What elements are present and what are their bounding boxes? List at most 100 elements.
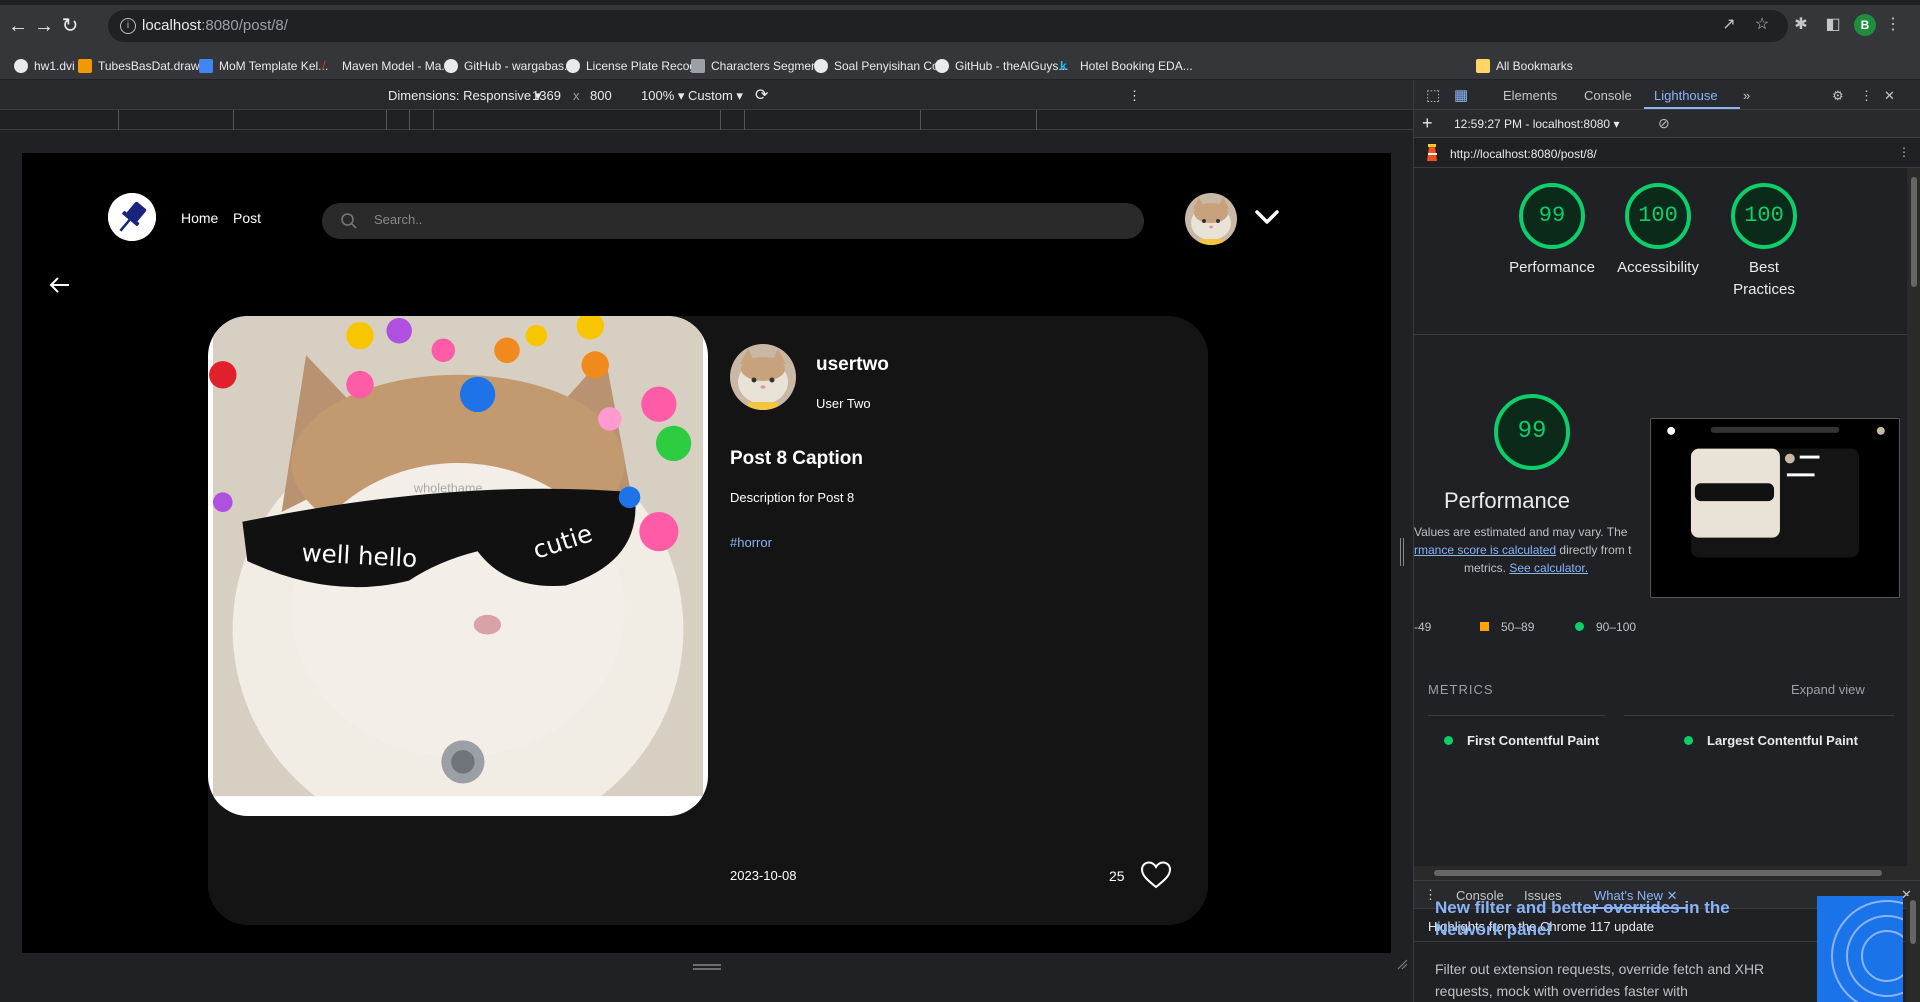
author-username[interactable]: usertwo [816, 354, 889, 376]
tab-elements[interactable]: Elements [1503, 88, 1557, 103]
profile-avatar[interactable]: B [1854, 14, 1876, 36]
chevron-down-icon[interactable] [1253, 205, 1281, 229]
drawer-scroll-thumb[interactable] [1910, 900, 1916, 944]
bookmark-item[interactable]: Characters Segmen... [691, 58, 828, 74]
horizontal-scroll-thumb[interactable] [1434, 870, 1882, 876]
lighthouse-report: 99 Performance 100 Accessibility 100 Bes… [1414, 168, 1907, 866]
legend-high-label: 90–100 [1596, 620, 1637, 634]
pass-dot-icon [1684, 736, 1693, 745]
device-toolbar: Dimensions: Responsive ▾ 1369 x 800 100%… [0, 80, 1413, 110]
note-line-1: Values are estimated and may vary. The [1414, 525, 1628, 539]
bookmark-item[interactable]: Soal Penyisihan Co... [814, 58, 949, 74]
add-report-icon[interactable]: + [1422, 113, 1433, 134]
site-info-icon[interactable]: i [120, 18, 136, 34]
whats-new-article-body: Filter out extension requests, override … [1435, 961, 1765, 999]
score-calculated-link[interactable]: rmance score is calculated [1414, 543, 1556, 557]
ruler-tick [386, 110, 387, 130]
bookmark-label: Soal Penyisihan Co... [834, 59, 949, 73]
tab-lighthouse[interactable]: Lighthouse [1654, 88, 1718, 103]
performance-big-gauge: 99 [1492, 392, 1572, 472]
report-select[interactable]: 12:59:27 PM - localhost:8080 ▾ [1454, 117, 1619, 131]
post-image[interactable]: wholethame well hello cutie [208, 316, 708, 816]
bookmark-item[interactable]: GitHub - theAlGuys... [935, 58, 1068, 74]
bookmark-item[interactable]: hw1.dvi [14, 58, 75, 74]
address-bar[interactable]: i localhost:8080/post/8/ [108, 10, 1788, 42]
search-input[interactable] [374, 212, 1074, 227]
author-avatar[interactable] [730, 344, 796, 410]
whats-new-article-title[interactable]: New filter and better overrides in the N… [1435, 897, 1755, 941]
menu-icon[interactable]: ⋮ [1882, 14, 1904, 36]
post-description: Description for Post 8 [730, 490, 855, 505]
gauge-best-practices[interactable]: 100 [1729, 181, 1799, 251]
vertical-scroll-thumb[interactable] [1911, 177, 1917, 287]
width-input[interactable]: 1369 [532, 88, 561, 103]
ruler-tick [409, 110, 410, 130]
metric-fcp: First Contentful Paint [1444, 733, 1599, 748]
forward-icon[interactable]: → [32, 14, 56, 38]
bookmark-star-icon[interactable]: ☆ [1751, 14, 1773, 36]
arrow-left-icon[interactable] [48, 273, 72, 297]
legend-high: 90–100 [1575, 620, 1636, 634]
back-icon[interactable]: ← [6, 14, 30, 38]
corner-resize-icon[interactable] [1396, 958, 1408, 970]
note-line-2: rmance score is calculated directly from… [1414, 543, 1631, 557]
whats-new-illustration [1817, 896, 1903, 1002]
close-devtools-icon[interactable]: ✕ [1884, 88, 1895, 104]
bookmark-label: Maven Model - Ma... [342, 59, 452, 73]
post-tag[interactable]: #horror [730, 535, 772, 550]
ruler-tick [118, 110, 119, 130]
split-drag-handle[interactable] [1400, 538, 1404, 566]
folder-icon [1476, 59, 1490, 73]
gauge-accessibility[interactable]: 100 [1623, 181, 1693, 251]
cat-avatar-icon [1185, 193, 1237, 245]
gauge-performance[interactable]: 99 [1517, 181, 1587, 251]
search-bar[interactable] [322, 203, 1144, 239]
clear-icon[interactable]: ⊘ [1658, 115, 1670, 132]
heart-icon[interactable] [1140, 860, 1172, 890]
bookmark-item[interactable]: k Hotel Booking EDA... [1060, 58, 1193, 74]
bookmark-favicon-icon [691, 59, 705, 73]
side-panel-icon[interactable]: ◧ [1822, 14, 1844, 36]
kaggle-icon: k [1060, 59, 1067, 73]
final-screenshot-thumbnail[interactable] [1650, 418, 1900, 598]
tab-console[interactable]: Console [1584, 88, 1632, 103]
see-calculator-link[interactable]: See calculator. [1509, 561, 1588, 575]
nav-post-link[interactable]: Post [233, 210, 261, 226]
viewport-resize-handle[interactable] [693, 962, 721, 972]
bookmark-label: MoM Template Kel... [219, 59, 329, 73]
report-menu-icon[interactable]: ⋮ [1898, 145, 1910, 159]
inspect-element-icon[interactable]: ⬚ [1426, 86, 1440, 104]
media-query-ruler[interactable] [0, 110, 1413, 130]
more-tabs-icon[interactable]: » [1743, 88, 1750, 103]
devtools-menu-icon[interactable]: ⋮ [1860, 88, 1873, 104]
ruler-tick [1036, 110, 1037, 130]
legend-low: -49 [1414, 620, 1432, 634]
settings-gear-icon[interactable]: ⚙ [1832, 88, 1844, 104]
user-avatar[interactable] [1185, 193, 1237, 245]
bookmark-item[interactable]: / Maven Model - Ma... [322, 58, 451, 74]
ruler-tick [433, 110, 434, 130]
expand-view-toggle[interactable]: Expand view [1791, 682, 1865, 697]
all-bookmarks[interactable]: All Bookmarks [1476, 58, 1573, 74]
site-logo[interactable] [108, 193, 156, 241]
dimensions-select[interactable]: Dimensions: Responsive ▾ [388, 88, 541, 104]
bookmark-favicon-icon [199, 59, 213, 73]
zoom-select[interactable]: 100% ▾ [641, 88, 684, 104]
bookmark-item[interactable]: License Plate Recog... [566, 58, 706, 74]
throttle-select[interactable]: Custom ▾ [688, 88, 743, 104]
nav-home-link[interactable]: Home [181, 210, 218, 226]
url-text[interactable]: localhost:8080/post/8/ [142, 17, 288, 34]
illustration-rings [1831, 900, 1903, 1002]
extensions-icon[interactable]: ✱ [1790, 14, 1812, 36]
share-icon[interactable]: ↗ [1718, 14, 1740, 36]
bookmark-item[interactable]: MoM Template Kel... [199, 58, 328, 74]
page-thumbnail [1651, 419, 1899, 597]
device-toggle-icon[interactable]: ▦ [1454, 86, 1468, 104]
height-input[interactable]: 800 [590, 88, 612, 103]
bookmark-item[interactable]: TubesBasDat.drawi... [78, 58, 212, 74]
rotate-icon[interactable]: ⟳ [755, 85, 768, 105]
tab-strip [0, 0, 1920, 5]
device-more-icon[interactable]: ⋮ [1128, 88, 1141, 104]
bookmark-item[interactable]: GitHub - wargabas... [444, 58, 574, 74]
reload-icon[interactable]: ↻ [58, 14, 82, 38]
